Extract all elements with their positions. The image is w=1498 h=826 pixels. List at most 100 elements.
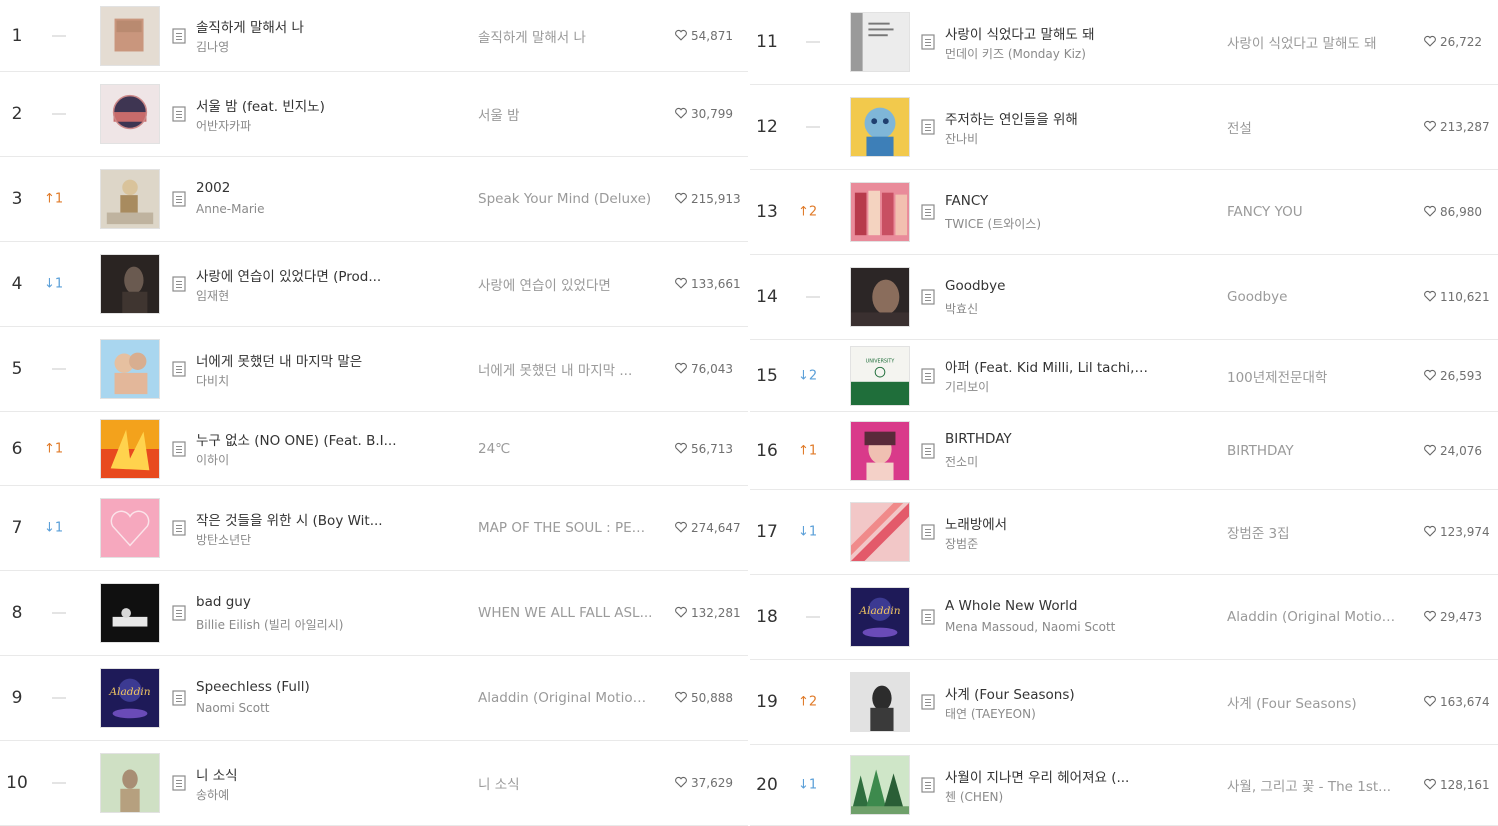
heart-icon[interactable] — [1423, 120, 1440, 134]
like-count[interactable]: 37,629 — [674, 776, 748, 790]
song-title[interactable]: A Whole New World — [945, 598, 1150, 614]
song-artist[interactable]: 이하이 — [196, 451, 406, 468]
heart-icon[interactable] — [674, 362, 691, 376]
heart-icon[interactable] — [674, 442, 691, 456]
song-row[interactable]: 11 사랑이 식었다고 말해도 돼 먼데이 키즈 (Monday Kiz) 사랑이 식… — [750, 0, 1498, 85]
like-count[interactable]: 213,287 — [1423, 120, 1497, 134]
song-row[interactable]: 18 Aladdin A Whole New World Mena Massoud, … — [750, 575, 1498, 660]
lyrics-icon[interactable] — [921, 694, 935, 710]
song-row[interactable]: 7 ↓1 작은 것들을 위한 시 (Boy Wit... 방탄소년단 MAP OF TH… — [0, 486, 748, 571]
like-count[interactable]: 76,043 — [674, 362, 748, 376]
song-row[interactable]: 14 Goodbye 박효신 Goodbye 110,621 — [750, 255, 1498, 340]
like-count[interactable]: 133,661 — [674, 277, 748, 291]
song-title[interactable]: FANCY — [945, 193, 1150, 209]
song-row[interactable]: 17 ↓1 노래방에서 장범준 장범준 3집 123,974 — [750, 490, 1498, 575]
album-name[interactable]: 사월, 그리고 꽃 - The 1st... — [1227, 775, 1399, 795]
lyrics-icon[interactable] — [172, 775, 186, 791]
lyrics-icon[interactable] — [172, 440, 186, 457]
album-name[interactable]: 너에게 못했던 내 마지막 ... — [478, 359, 653, 379]
album-cover[interactable] — [850, 97, 910, 157]
album-cover[interactable] — [850, 12, 910, 72]
song-title[interactable]: 니 소식 — [196, 764, 406, 784]
lyrics-icon[interactable] — [172, 605, 186, 621]
heart-icon[interactable] — [1423, 695, 1440, 709]
song-title[interactable]: 사랑에 연습이 있었다면 (Prod... — [196, 265, 406, 285]
lyrics-icon[interactable] — [921, 609, 935, 625]
song-row[interactable]: 2 서울 밤 (feat. 빈지노) 어반자카파 서울 밤 30,799 — [0, 72, 748, 157]
album-cover[interactable] — [100, 418, 160, 479]
album-name[interactable]: 솔직하게 말해서 나 — [478, 26, 653, 46]
heart-icon[interactable] — [1423, 525, 1440, 539]
song-title[interactable]: 아퍼 (Feat. Kid Milli, Lil tachi, ... — [945, 356, 1150, 376]
song-artist[interactable]: 다비치 — [196, 372, 406, 389]
lyrics-icon[interactable] — [921, 367, 935, 384]
heart-icon[interactable] — [674, 107, 691, 121]
album-name[interactable]: MAP OF THE SOUL : PER... — [478, 520, 653, 536]
album-name[interactable]: 24℃ — [478, 441, 653, 457]
album-cover[interactable]: Aladdin — [100, 668, 160, 728]
lyrics-icon[interactable] — [172, 191, 186, 207]
song-row[interactable]: 3 ↑1 2002 Anne-Marie Speak Your Mind (Deluxe… — [0, 157, 748, 242]
album-name[interactable]: WHEN WE ALL FALL ASL... — [478, 605, 653, 621]
album-name[interactable]: 니 소식 — [478, 773, 653, 793]
like-count[interactable]: 110,621 — [1423, 290, 1497, 304]
song-title[interactable]: 누구 없소 (NO ONE) (Feat. B.I... — [196, 429, 406, 449]
album-cover[interactable] — [850, 182, 910, 242]
song-artist[interactable]: 첸 (CHEN) — [945, 788, 1150, 805]
album-name[interactable]: FANCY YOU — [1227, 204, 1399, 220]
song-row[interactable]: 12 주저하는 연인들을 위해 잔나비 전설 213,287 — [750, 85, 1498, 170]
like-count[interactable]: 26,722 — [1423, 35, 1497, 49]
like-count[interactable]: 56,713 — [674, 442, 748, 456]
heart-icon[interactable] — [1423, 35, 1440, 49]
lyrics-icon[interactable] — [921, 777, 935, 793]
heart-icon[interactable] — [674, 29, 691, 43]
heart-icon[interactable] — [674, 606, 691, 620]
song-row[interactable]: 4 ↓1 사랑에 연습이 있었다면 (Prod... 임재현 사랑에 연습이 있었다면 1… — [0, 242, 748, 327]
like-count[interactable]: 26,593 — [1423, 369, 1497, 383]
song-artist[interactable]: 태연 (TAEYEON) — [945, 705, 1150, 722]
album-name[interactable]: 100년제전문대학 — [1227, 366, 1399, 386]
lyrics-icon[interactable] — [921, 524, 935, 540]
song-title[interactable]: 너에게 못했던 내 마지막 말은 — [196, 350, 406, 370]
song-artist[interactable]: 어반자카파 — [196, 117, 406, 134]
like-count[interactable]: 163,674 — [1423, 695, 1497, 709]
song-artist[interactable]: Billie Eilish (빌리 아일리시) — [196, 616, 406, 633]
song-artist[interactable]: 방탄소년단 — [196, 531, 406, 548]
song-artist[interactable]: 먼데이 키즈 (Monday Kiz) — [945, 45, 1150, 62]
album-cover[interactable] — [850, 755, 910, 815]
like-count[interactable]: 215,913 — [674, 192, 748, 206]
song-title[interactable]: bad guy — [196, 594, 406, 610]
heart-icon[interactable] — [1423, 290, 1440, 304]
album-name[interactable]: BIRTHDAY — [1227, 443, 1399, 459]
song-artist[interactable]: 장범준 — [945, 535, 1150, 552]
song-row[interactable]: 5 너에게 못했던 내 마지막 말은 다비치 너에게 못했던 내 마지막 ... 76,… — [0, 327, 748, 412]
album-cover[interactable] — [850, 420, 910, 481]
lyrics-icon[interactable] — [172, 361, 186, 377]
like-count[interactable]: 54,871 — [674, 29, 748, 43]
lyrics-icon[interactable] — [921, 119, 935, 135]
album-cover[interactable] — [850, 502, 910, 562]
song-title[interactable]: Speechless (Full) — [196, 679, 406, 695]
song-title[interactable]: 사월이 지나면 우리 헤어져요 (... — [945, 766, 1150, 786]
like-count[interactable]: 86,980 — [1423, 205, 1497, 219]
heart-icon[interactable] — [674, 776, 691, 790]
song-artist[interactable]: Mena Massoud, Naomi Scott — [945, 620, 1150, 634]
album-name[interactable]: 사랑에 연습이 있었다면 — [478, 274, 653, 294]
heart-icon[interactable] — [674, 521, 691, 535]
album-cover[interactable] — [850, 672, 910, 732]
song-row[interactable]: 19 ↑2 사계 (Four Seasons) 태연 (TAEYEON) 사계 (Fou… — [750, 660, 1498, 745]
song-title[interactable]: 서울 밤 (feat. 빈지노) — [196, 95, 406, 115]
song-row[interactable]: 10 니 소식 송하예 니 소식 37,629 — [0, 741, 748, 826]
album-cover[interactable]: UNIVERSITY — [850, 345, 910, 406]
album-name[interactable]: 장범준 3집 — [1227, 522, 1399, 542]
song-row[interactable]: 1 솔직하게 말해서 나 김나영 솔직하게 말해서 나 54,871 — [0, 0, 748, 72]
song-title[interactable]: 솔직하게 말해서 나 — [196, 16, 406, 36]
lyrics-icon[interactable] — [921, 204, 935, 220]
album-name[interactable]: Goodbye — [1227, 289, 1399, 305]
heart-icon[interactable] — [1423, 205, 1440, 219]
song-row[interactable]: 20 ↓1 사월이 지나면 우리 헤어져요 (... 첸 (CHEN) 사월, 그리고 … — [750, 745, 1498, 826]
like-count[interactable]: 29,473 — [1423, 610, 1497, 624]
album-cover[interactable] — [100, 169, 160, 229]
album-name[interactable]: 사계 (Four Seasons) — [1227, 692, 1399, 712]
song-artist[interactable]: TWICE (트와이스) — [945, 215, 1150, 232]
